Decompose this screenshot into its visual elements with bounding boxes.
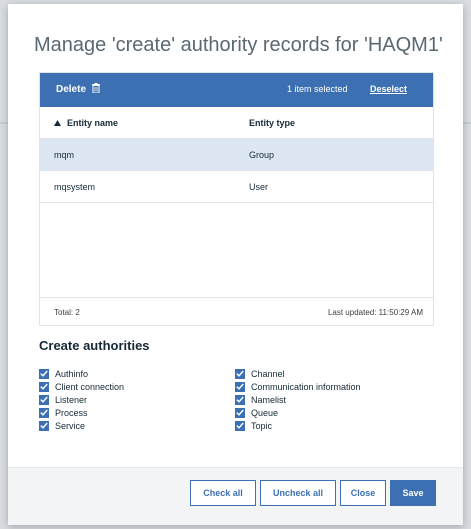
authority-checkbox-client-connection[interactable]: Client connection bbox=[39, 380, 124, 393]
authorities-right-column: Channel Communication information Nameli… bbox=[235, 367, 361, 432]
create-authorities-heading: Create authorities bbox=[39, 338, 150, 353]
uncheck-all-button[interactable]: Uncheck all bbox=[260, 480, 336, 506]
authority-checkbox-channel[interactable]: Channel bbox=[235, 367, 361, 380]
checkmark-icon bbox=[39, 368, 49, 379]
entity-type-cell: User bbox=[249, 182, 269, 192]
checkmark-icon bbox=[39, 394, 49, 405]
checkbox-label: Service bbox=[55, 420, 86, 431]
checkmark-icon bbox=[39, 420, 49, 431]
column-header-entity-type[interactable]: Entity type bbox=[249, 118, 295, 128]
entity-type-cell: Group bbox=[249, 150, 275, 160]
table-header: Entity name Entity type bbox=[40, 107, 433, 139]
authority-checkbox-authinfo[interactable]: Authinfo bbox=[39, 367, 124, 380]
checkmark-icon bbox=[235, 368, 245, 379]
save-button[interactable]: Save bbox=[390, 480, 436, 506]
background-divider bbox=[463, 122, 471, 124]
checkmark-icon bbox=[39, 381, 49, 392]
checkmark-icon bbox=[235, 381, 245, 392]
column-header-label: Entity type bbox=[249, 118, 296, 128]
dialog-title: Manage 'create' authority records for 'H… bbox=[34, 34, 443, 56]
column-header-label: Entity name bbox=[67, 118, 119, 128]
checkbox-label: Process bbox=[55, 407, 88, 418]
authority-records-table: Delete 1 item selected Deselect Entity n… bbox=[39, 72, 434, 326]
deselect-link[interactable]: Deselect bbox=[370, 84, 407, 94]
authority-checkbox-process[interactable]: Process bbox=[39, 406, 124, 419]
check-all-button[interactable]: Check all bbox=[190, 480, 256, 506]
checkbox-label: Client connection bbox=[55, 381, 125, 392]
authority-checkbox-communication-information[interactable]: Communication information bbox=[235, 380, 361, 393]
checkbox-label: Topic bbox=[251, 420, 273, 431]
close-button[interactable]: Close bbox=[340, 480, 386, 506]
table-row[interactable]: mqsystem User bbox=[40, 171, 433, 203]
authority-checkbox-topic[interactable]: Topic bbox=[235, 419, 361, 432]
authority-checkbox-namelist[interactable]: Namelist bbox=[235, 393, 361, 406]
checkmark-icon bbox=[235, 420, 245, 431]
checkmark-icon bbox=[235, 407, 245, 418]
table-footer: Total: 2 Last updated: 11:50:29 AM bbox=[40, 297, 433, 325]
manage-authority-dialog: Manage 'create' authority records for 'H… bbox=[8, 4, 463, 525]
total-count: Total: 2 bbox=[54, 308, 80, 317]
authorities-left-column: Authinfo Client connection Listener Proc… bbox=[39, 367, 124, 432]
sort-ascending-icon bbox=[54, 118, 61, 128]
checkmark-icon bbox=[39, 407, 49, 418]
checkbox-label: Queue bbox=[251, 407, 279, 418]
entity-name-cell: mqm bbox=[54, 150, 74, 160]
checkbox-label: Channel bbox=[251, 368, 285, 379]
authority-checkbox-service[interactable]: Service bbox=[39, 419, 124, 432]
entity-name-cell: mqsystem bbox=[54, 182, 96, 192]
delete-button[interactable]: Delete bbox=[56, 83, 101, 96]
column-header-entity-name[interactable]: Entity name bbox=[54, 118, 118, 128]
checkbox-label: Communication information bbox=[251, 381, 361, 392]
checkbox-label: Namelist bbox=[251, 394, 287, 405]
selection-count: 1 item selected bbox=[287, 84, 348, 94]
last-updated: Last updated: 11:50:29 AM bbox=[327, 308, 423, 317]
authority-checkbox-listener[interactable]: Listener bbox=[39, 393, 124, 406]
table-row[interactable]: mqm Group bbox=[40, 139, 433, 171]
background-divider bbox=[0, 122, 8, 124]
table-toolbar: Delete 1 item selected Deselect bbox=[40, 73, 433, 107]
authority-checkbox-queue[interactable]: Queue bbox=[235, 406, 361, 419]
checkbox-label: Authinfo bbox=[55, 368, 89, 379]
delete-label: Delete bbox=[56, 84, 87, 95]
trash-icon bbox=[92, 83, 101, 96]
checkmark-icon bbox=[235, 394, 245, 405]
checkbox-label: Listener bbox=[55, 394, 88, 405]
